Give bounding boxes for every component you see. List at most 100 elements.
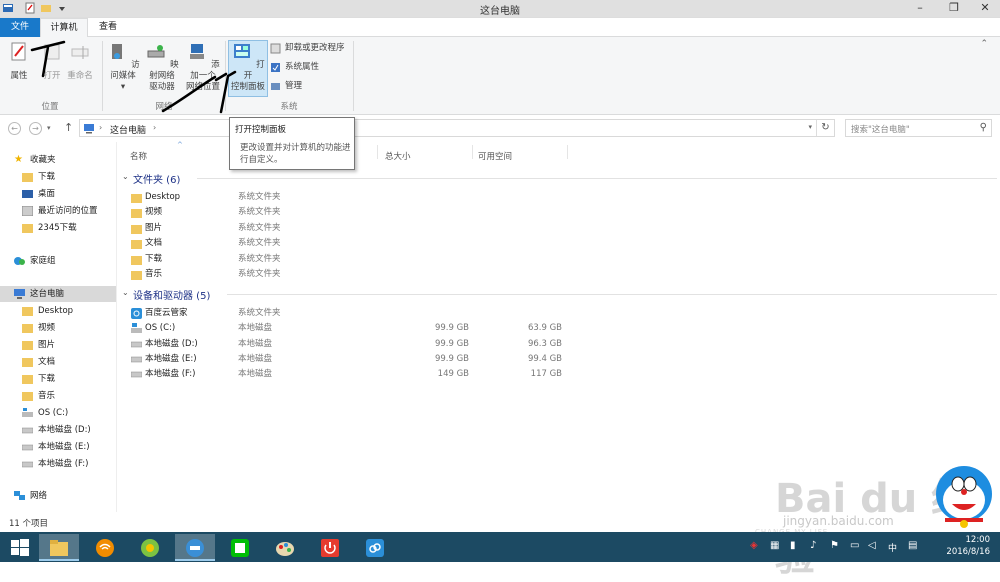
column-header-name[interactable]: 名称	[130, 150, 147, 162]
list-item[interactable]: 文档 系统文件夹	[129, 236, 589, 251]
ribbon-collapse-icon[interactable]: ⌃	[980, 39, 988, 49]
uninstall-button[interactable]: 卸载或更改程序	[270, 42, 345, 56]
list-item[interactable]: 视频 系统文件夹	[129, 205, 589, 220]
manage-button[interactable]: 管理	[270, 80, 302, 94]
wifi-tray-icon[interactable]: ◈	[750, 540, 758, 551]
tab-file[interactable]: 文件	[0, 18, 40, 37]
sidebar-item-downloads[interactable]: 下载	[22, 169, 55, 185]
sidebar-item-recent[interactable]: 最近访问的位置	[22, 203, 98, 219]
list-item[interactable]: Desktop 系统文件夹	[129, 190, 589, 205]
sidebar-item-homegroup[interactable]: 家庭组	[14, 253, 56, 269]
sidebar-item-pc-downloads[interactable]: 下载	[22, 371, 55, 387]
list-item[interactable]: 图片 系统文件夹	[129, 221, 589, 236]
tab-view[interactable]: 查看	[90, 18, 126, 37]
item-free-space: 63.9 GB	[527, 323, 562, 333]
sidebar-item-favorites[interactable]: ★ 收藏夹	[14, 152, 56, 168]
back-button[interactable]: ←	[8, 122, 21, 135]
taskbar-iqiyi[interactable]	[220, 534, 260, 561]
address-bar[interactable]: › 这台电脑 › ▾ ↻	[79, 119, 835, 137]
battery-tray-icon[interactable]: ▮	[790, 540, 796, 551]
sidebar-item-drive-e[interactable]: 本地磁盘 (E:)	[22, 439, 90, 455]
up-arrow-icon[interactable]: ↑	[64, 121, 73, 134]
column-separator[interactable]	[472, 145, 473, 159]
sidebar-item-documents[interactable]: 文档	[22, 354, 55, 370]
rename-button[interactable]: 重命名	[64, 41, 96, 82]
notification-tray-icon[interactable]: ▤	[908, 540, 917, 551]
sidebar-item-2345-downloads[interactable]: 2345下载	[22, 220, 77, 236]
desktop-icon	[22, 190, 33, 198]
list-item[interactable]: 本地磁盘 (F:) 本地磁盘 149 GB 117 GB	[129, 367, 589, 382]
documents-folder-icon	[22, 358, 33, 367]
access-media-button[interactable]: 访问媒体 ▾	[104, 41, 142, 93]
close-button[interactable]: ✕	[970, 0, 1000, 17]
sidebar-item-desktop[interactable]: 桌面	[22, 186, 55, 202]
tab-computer[interactable]: 计算机	[40, 18, 88, 38]
list-item[interactable]: 音乐 系统文件夹	[129, 267, 589, 282]
folder-icon	[131, 194, 142, 203]
system-properties-button[interactable]: 系统属性	[270, 61, 319, 75]
sidebar-item-videos[interactable]: 视频	[22, 320, 55, 336]
open-button[interactable]: 打开	[38, 41, 66, 82]
list-item[interactable]: 下载 系统文件夹	[129, 252, 589, 267]
column-separator[interactable]	[567, 145, 568, 159]
taskbar-wifi-app[interactable]	[85, 534, 125, 561]
breadcrumb-arrow-icon[interactable]: ›	[153, 123, 156, 132]
sidebar-item-pictures[interactable]: 图片	[22, 337, 55, 353]
clock[interactable]: 12:00 2016/8/16	[946, 534, 990, 558]
sort-ascending-icon: ^	[177, 141, 183, 149]
sidebar-item-pc-desktop[interactable]: Desktop	[22, 303, 73, 319]
start-button[interactable]	[0, 534, 40, 561]
taskbar-cloud-app[interactable]	[355, 534, 395, 561]
restore-icon: ❐	[949, 1, 959, 14]
taskbar-power-app[interactable]	[310, 534, 350, 561]
sidebar-item-network[interactable]: 网络	[14, 488, 47, 504]
sidebar-item-drive-f[interactable]: 本地磁盘 (F:)	[22, 456, 88, 472]
network-icon	[14, 491, 25, 500]
flag-tray-icon[interactable]: ⚑	[830, 540, 839, 551]
group-title: 设备和驱动器 (5)	[133, 291, 211, 302]
map-drive-button[interactable]: 映射网络 驱动器	[143, 41, 181, 93]
list-item[interactable]: 本地磁盘 (D:) 本地磁盘 99.9 GB 96.3 GB	[129, 337, 589, 352]
search-input[interactable]: 搜索"这台电脑" ⚲	[845, 119, 992, 137]
drive-icon	[131, 341, 142, 348]
properties-button[interactable]: 属性	[5, 41, 33, 82]
restore-button[interactable]: ❐	[940, 0, 968, 17]
group-header-folders[interactable]: ⌄ 文件夹 (6)	[122, 171, 997, 186]
taskbar-file-explorer[interactable]	[39, 534, 79, 561]
sidebar-item-drive-d[interactable]: 本地磁盘 (D:)	[22, 422, 91, 438]
sidebar-item-this-pc[interactable]: 这台电脑	[0, 286, 116, 302]
open-control-panel-button[interactable]: 打开 控制面板	[228, 41, 268, 93]
breadcrumb[interactable]: 这台电脑	[110, 123, 146, 136]
group-header-devices[interactable]: ⌄ 设备和驱动器 (5)	[122, 287, 997, 302]
ime-indicator[interactable]: 中	[888, 541, 897, 554]
taskbar-paint[interactable]	[265, 534, 305, 561]
breadcrumb-arrow-icon[interactable]: ›	[99, 123, 102, 132]
collapse-chevron-icon[interactable]: ⌄	[122, 172, 129, 181]
column-separator[interactable]	[377, 145, 378, 159]
taskbar: ◈ ▦ ▮ ♪ ⚑ ▭ ◁ 中 ▤ 12:00 2016/8/16	[0, 532, 1000, 562]
collapse-chevron-icon[interactable]: ⌄	[122, 288, 129, 297]
search-icon[interactable]: ⚲	[980, 122, 987, 133]
refresh-icon[interactable]: ↻	[816, 120, 834, 136]
sidebar-item-drive-c[interactable]: OS (C:)	[22, 405, 68, 421]
sidebar-item-music[interactable]: 音乐	[22, 388, 55, 404]
display-tray-icon[interactable]: ▭	[850, 540, 859, 551]
speaker-tray-icon[interactable]: ◁	[868, 540, 876, 551]
column-header-total-size[interactable]: 总大小	[385, 150, 411, 162]
item-free-space: 117 GB	[530, 369, 562, 379]
volume-tray-icon[interactable]: ♪	[810, 540, 816, 551]
list-item[interactable]: OS (C:) 本地磁盘 99.9 GB 63.9 GB	[129, 321, 589, 336]
forward-button[interactable]: →	[29, 122, 42, 135]
column-header-free-space[interactable]: 可用空间	[478, 150, 512, 162]
list-item[interactable]: 百度云管家 系统文件夹	[129, 306, 589, 321]
taskbar-explorer-app[interactable]	[175, 534, 215, 561]
add-network-location-button[interactable]: 添加一个 网络位置	[183, 41, 223, 93]
forward-arrow-icon: →	[32, 124, 39, 133]
minimize-icon: –	[917, 1, 923, 14]
minimize-button[interactable]: –	[906, 0, 934, 17]
list-item[interactable]: 本地磁盘 (E:) 本地磁盘 99.9 GB 99.4 GB	[129, 352, 589, 367]
taskbar-browser[interactable]	[130, 534, 170, 561]
network-tray-icon[interactable]: ▦	[770, 540, 779, 551]
recent-locations-icon[interactable]: ▾	[47, 124, 51, 132]
address-dropdown-icon[interactable]: ▾	[808, 123, 812, 131]
